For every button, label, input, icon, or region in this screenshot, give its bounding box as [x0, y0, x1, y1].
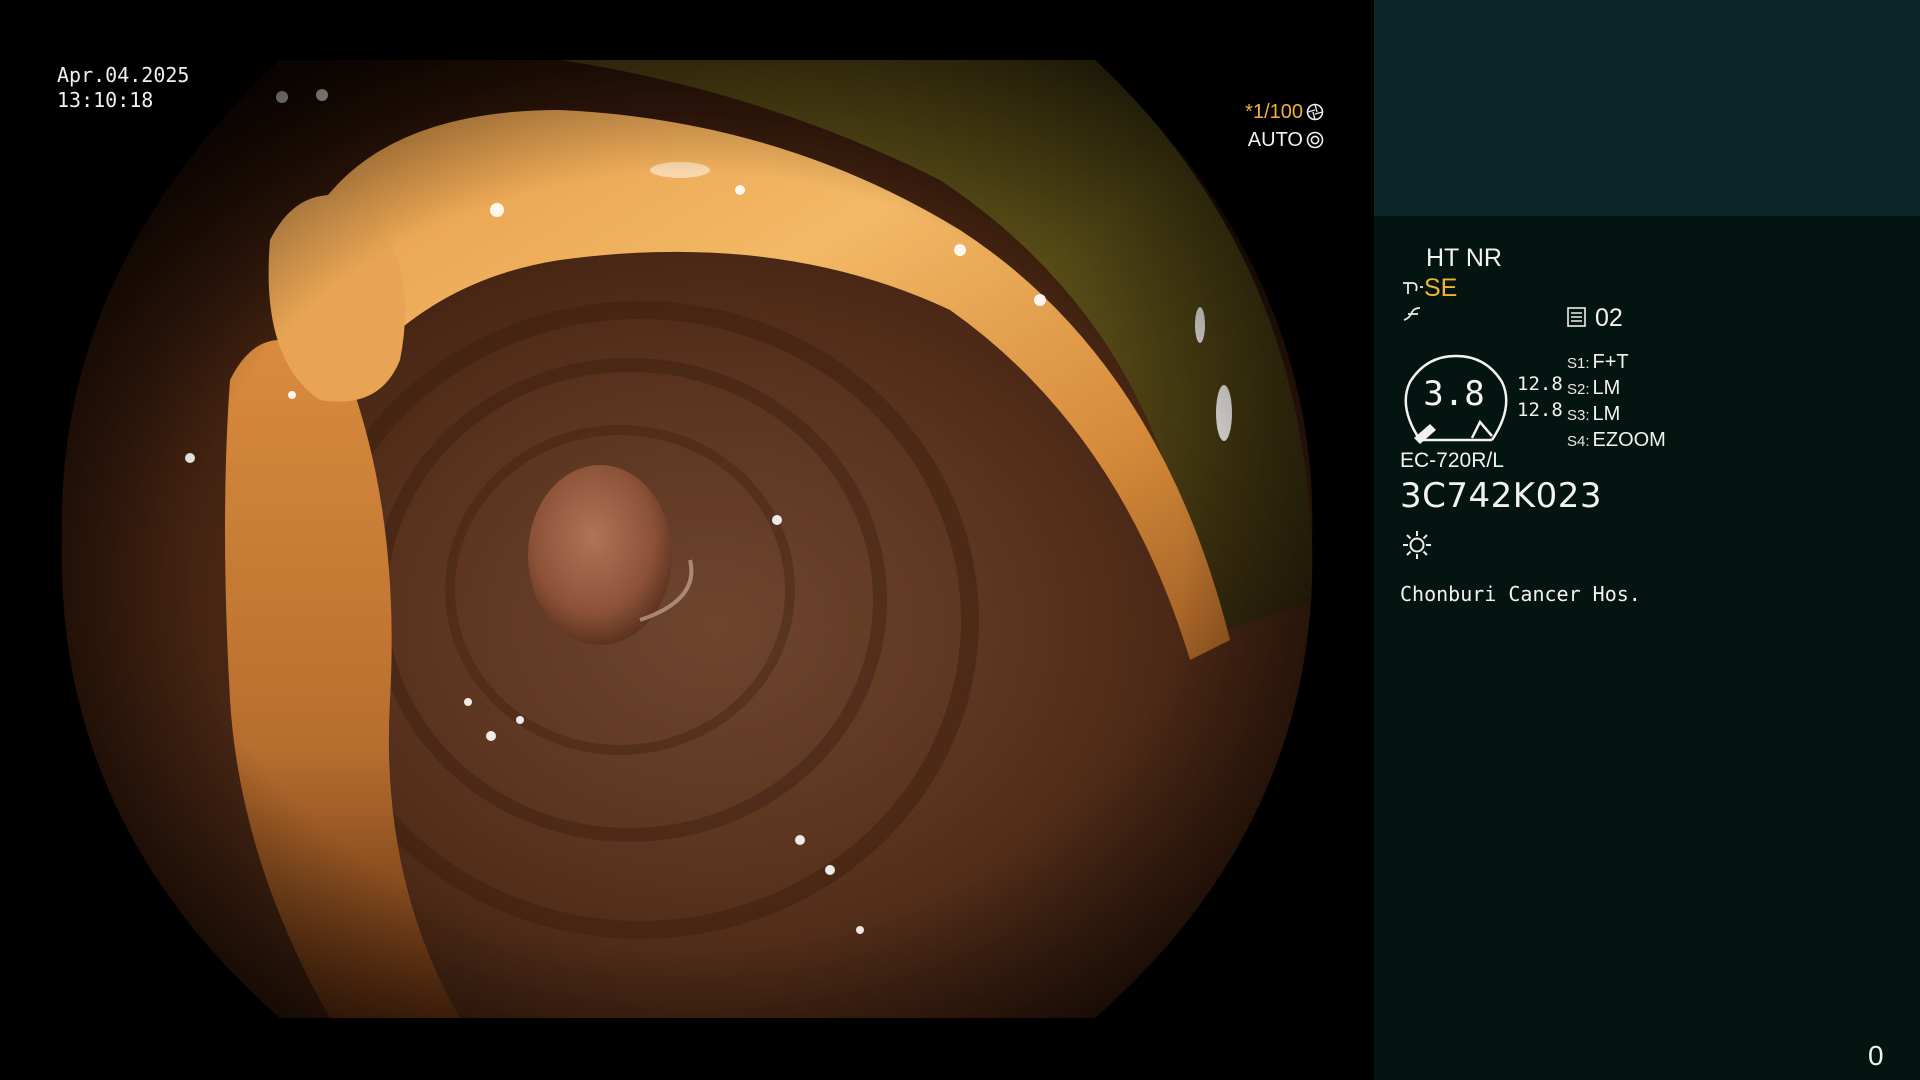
setting-value-1: 12.8	[1517, 373, 1563, 395]
shutter-speed: *1/100	[1245, 101, 1303, 123]
switch-row: S3: LM	[1567, 402, 1666, 428]
endoscope-image	[61, 60, 1313, 1018]
switch-value: LM	[1592, 403, 1621, 425]
switch-value: EZOOM	[1592, 429, 1666, 451]
switch-value: LM	[1592, 377, 1621, 399]
info-panel-header	[1374, 0, 1920, 216]
iris-icon	[1306, 131, 1324, 149]
structure-enhance-row: SE	[1402, 274, 1457, 303]
noise-reduction-mode: HT NR	[1426, 244, 1502, 272]
shutter-row: *1/100	[1245, 98, 1324, 126]
aperture-icon	[1306, 103, 1324, 121]
light-icon	[1403, 531, 1431, 559]
switch-value: F+T	[1592, 351, 1629, 373]
structure-enhance-icon	[1403, 282, 1423, 294]
exposure-overlay: *1/100 AUTO	[1245, 98, 1324, 154]
color-enhance-icon	[1403, 307, 1421, 321]
exposure-row: AUTO	[1245, 126, 1324, 154]
color-enhance-row	[1402, 304, 1424, 333]
switch-key: S2:	[1567, 381, 1590, 398]
exposure-mode: AUTO	[1247, 129, 1303, 151]
scope-serial: 3C742K023	[1400, 476, 1602, 516]
endoscopy-screen: Apr.04.2025 13:10:18 *1/100 AUTO HT NR S…	[0, 0, 1920, 1080]
datetime-overlay: Apr.04.2025 13:10:18	[57, 63, 189, 113]
exam-date: Apr.04.2025	[57, 63, 190, 87]
structure-enhance-value: SE	[1424, 274, 1458, 302]
zoom-value: 3.8	[1423, 374, 1485, 414]
zoom-dial: 3.8	[1400, 352, 1514, 444]
exam-time: 13:10:18	[57, 88, 154, 112]
info-panel: HT NR SE 02 3.8 12.8 12.8 S1: F+T S2: LM S…	[1374, 0, 1920, 1080]
switch-row: S4: EZOOM	[1567, 428, 1666, 454]
switch-key: S4:	[1567, 433, 1590, 450]
memory-channel-row: 02	[1566, 304, 1623, 333]
switch-key: S3:	[1567, 407, 1590, 424]
scope-model: EC-720R/L	[1400, 449, 1504, 472]
switch-assignment-list: S1: F+T S2: LM S3: LM S4: EZOOM	[1567, 350, 1666, 454]
memory-card-icon	[1567, 307, 1586, 327]
setting-value-2: 12.8	[1517, 399, 1563, 421]
switch-row: S1: F+T	[1567, 350, 1666, 376]
image-counter: 0	[1868, 1040, 1884, 1071]
endoscope-view: Apr.04.2025 13:10:18 *1/100 AUTO	[0, 0, 1374, 1080]
memory-channel-value: 02	[1594, 304, 1623, 332]
hospital-name: Chonburi Cancer Hos.	[1400, 582, 1641, 606]
switch-key: S1:	[1567, 355, 1590, 372]
switch-row: S2: LM	[1567, 376, 1666, 402]
